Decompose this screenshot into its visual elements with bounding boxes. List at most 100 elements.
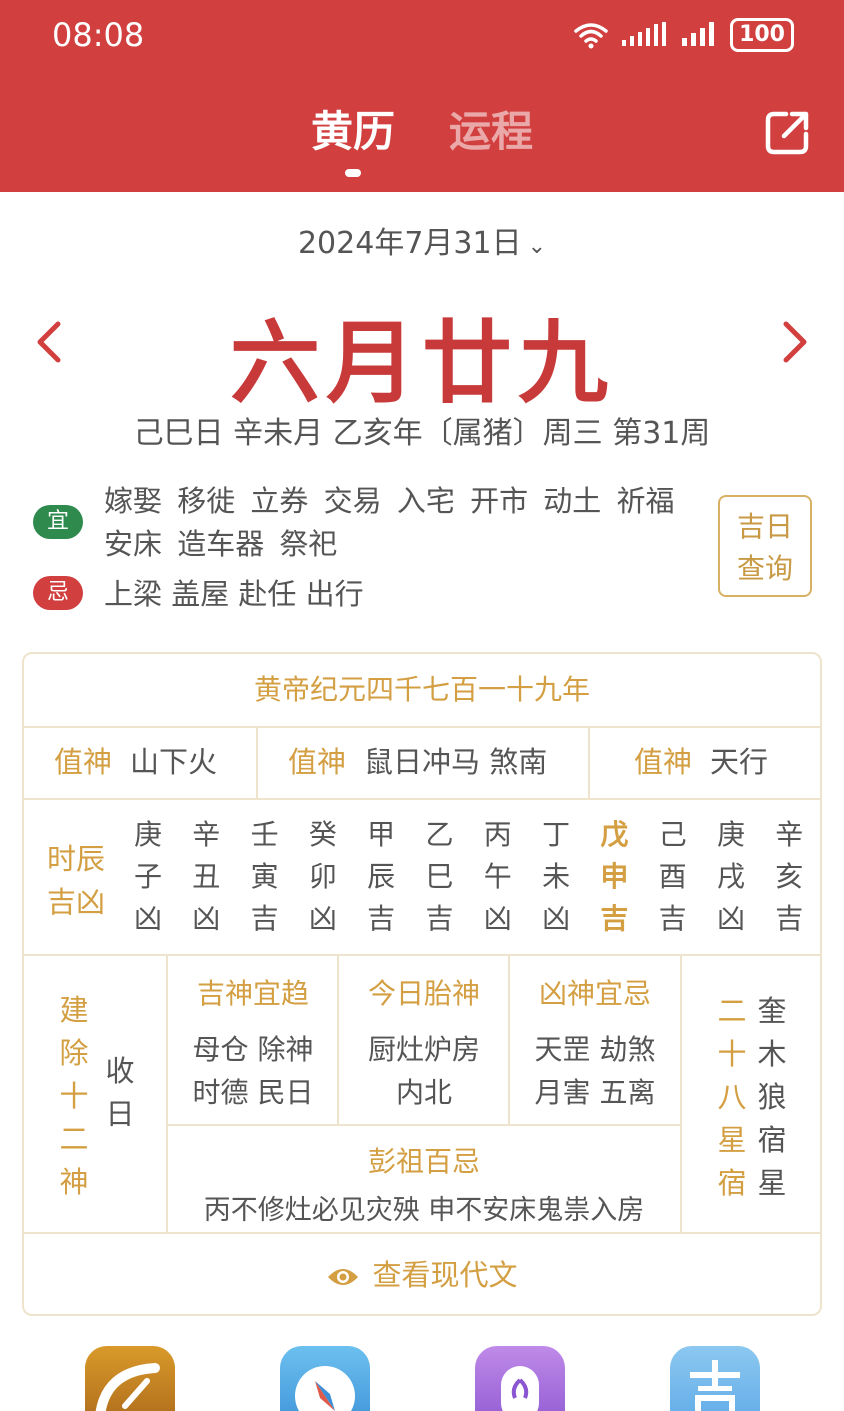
divider (680, 954, 682, 1234)
xiu-char: 星 (717, 1123, 747, 1157)
view-modern-text-button[interactable]: 查看现代文 (24, 1234, 820, 1316)
hour-column: 甲辰吉 (361, 814, 401, 940)
hour-zhi: 戌 (716, 860, 745, 893)
hours-luck-title: 时辰 吉凶 (42, 838, 110, 924)
ji-character-icon (690, 1360, 740, 1411)
yi-activities: 嫁娶 移徙 立券 交易 入宅 开市 动土 祈福 安床 造车器 祭祀 (104, 484, 675, 561)
hour-zhi: 巳 (425, 860, 454, 893)
hour-column: 丙午凶 (478, 814, 518, 940)
hour-column: 庚子凶 (128, 814, 168, 940)
jianchu-char: 除 (59, 1036, 89, 1070)
lunar-date: 六月廿九 (230, 310, 614, 416)
hour-zhi: 未 (542, 860, 571, 893)
jishen-line: 时德 民日 (192, 1076, 314, 1109)
tab-huangli[interactable]: 黄历 (310, 98, 395, 177)
zhishen-cell: 值神 天行 (634, 726, 768, 798)
hour-gan: 己 (658, 818, 687, 851)
jishen-title: 吉神宜趋 (196, 977, 309, 1010)
zhishen-value: 山下火 (130, 745, 218, 779)
hour-zhi: 子 (133, 860, 162, 893)
hour-luck: 凶 (133, 902, 162, 935)
signal-icon (622, 22, 667, 46)
hour-zhi: 亥 (775, 860, 804, 893)
hour-zhi: 申 (600, 860, 629, 893)
app-shortcut-compass-icon[interactable] (280, 1346, 370, 1411)
tab-label: 运程 (449, 107, 534, 156)
app-shortcut-ji-icon[interactable] (670, 1346, 760, 1411)
xiongshen-title: 凶神宜忌 (538, 977, 651, 1010)
gauge-icon (95, 1363, 160, 1411)
xiongshen-body: 天罡 劫煞 月害 五离 (510, 1028, 680, 1114)
next-day-arrow-icon[interactable] (776, 318, 812, 366)
hour-gan: 甲 (367, 818, 396, 851)
hour-luck: 吉 (250, 902, 279, 935)
jianchu-char: 十 (59, 1079, 89, 1113)
share-icon[interactable] (764, 108, 812, 156)
signal-icon-2 (682, 22, 715, 46)
ganzhi-line: 己巳日 辛未月 乙亥年〔属猪〕周三 第31周 (133, 416, 711, 451)
hour-gan: 辛 (775, 818, 804, 851)
zhishen-value: 鼠日冲马 煞南 (364, 745, 548, 779)
hour-luck: 凶 (308, 902, 337, 935)
tab-label: 黄历 (310, 107, 395, 156)
hour-luck: 吉 (425, 902, 454, 935)
status-time: 08:08 (52, 16, 145, 54)
hour-column: 癸卯凶 (303, 814, 343, 940)
app-shortcut-gauge-icon[interactable] (85, 1346, 175, 1411)
auspicious-day-query-button[interactable]: 吉日 查询 (718, 495, 812, 597)
hour-luck: 吉 (775, 902, 804, 935)
app-shortcut-mouse-icon[interactable] (475, 1346, 565, 1411)
hour-gan: 癸 (308, 818, 337, 851)
hour-gan: 丁 (542, 818, 571, 851)
zhishen-key: 值神 (288, 745, 347, 779)
hour-gan: 庚 (716, 818, 745, 851)
hour-gan: 乙 (425, 818, 454, 851)
hour-luck: 凶 (192, 902, 221, 935)
divider (24, 954, 820, 956)
wifi-icon (574, 23, 608, 49)
jianchu-value-char: 收 (105, 1054, 135, 1088)
hour-gan: 庚 (133, 818, 162, 851)
chevron-down-icon: ⌄ (527, 234, 547, 259)
zhishen-cell: 值神 山下火 (54, 726, 217, 798)
hour-luck: 凶 (716, 902, 745, 935)
taishen-body: 厨灶炉房 内北 (339, 1028, 509, 1114)
hour-zhi: 酉 (658, 860, 687, 893)
jianchu-char: 神 (59, 1165, 89, 1199)
tab-yuncheng[interactable]: 运程 (449, 98, 533, 159)
compass-icon (295, 1366, 355, 1411)
hour-luck: 吉 (600, 902, 629, 935)
taishen-title: 今日胎神 (367, 977, 480, 1010)
hour-luck: 凶 (542, 902, 571, 935)
taishen-line: 内北 (395, 1076, 452, 1109)
tab-indicator (344, 169, 361, 177)
eye-icon (328, 1269, 359, 1285)
modern-link-label: 查看现代文 (372, 1258, 518, 1292)
xiu-char: 八 (717, 1080, 747, 1114)
jianchu-title: 建 除 十 二 神 (54, 989, 94, 1204)
hour-zhi: 辰 (367, 860, 396, 893)
xiu-value-char: 星 (757, 1166, 787, 1200)
jishen-body: 母仓 除神 时德 民日 (168, 1028, 338, 1114)
xiongshen-line: 月害 五离 (534, 1076, 656, 1109)
xiu-char: 宿 (717, 1166, 747, 1200)
zhishen-key: 值神 (634, 745, 693, 779)
hour-zhi: 寅 (250, 860, 279, 893)
almanac-card: 黄帝纪元四千七百一十九年 值神 山下火 值神 鼠日冲马 煞南 值神 天行 时辰 吉凶 … (22, 652, 822, 1316)
hour-column: 丁未凶 (536, 814, 576, 940)
hour-column: 辛亥吉 (769, 814, 809, 940)
ji-activities: 上梁 盖屋 赴任 出行 (104, 577, 364, 611)
button-label-line2: 查询 (736, 552, 793, 585)
zhishen-cell: 值神 鼠日冲马 煞南 (288, 726, 547, 798)
xiu-value: 奎 木 狼 宿 星 (752, 990, 792, 1205)
mouse-icon (501, 1366, 539, 1411)
app-header: 08:08 100 黄历 运程 (0, 0, 844, 192)
hour-zhi: 午 (483, 860, 512, 893)
divider (256, 726, 258, 798)
xiu-value-char: 奎 (757, 994, 787, 1028)
xiu-char: 十 (717, 1037, 747, 1071)
date-picker[interactable]: 2024年7月31日 ⌄ (0, 218, 844, 262)
hour-gan: 丙 (483, 818, 512, 851)
battery-icon: 100 (730, 18, 794, 52)
hour-column: 庚戌凶 (711, 814, 751, 940)
